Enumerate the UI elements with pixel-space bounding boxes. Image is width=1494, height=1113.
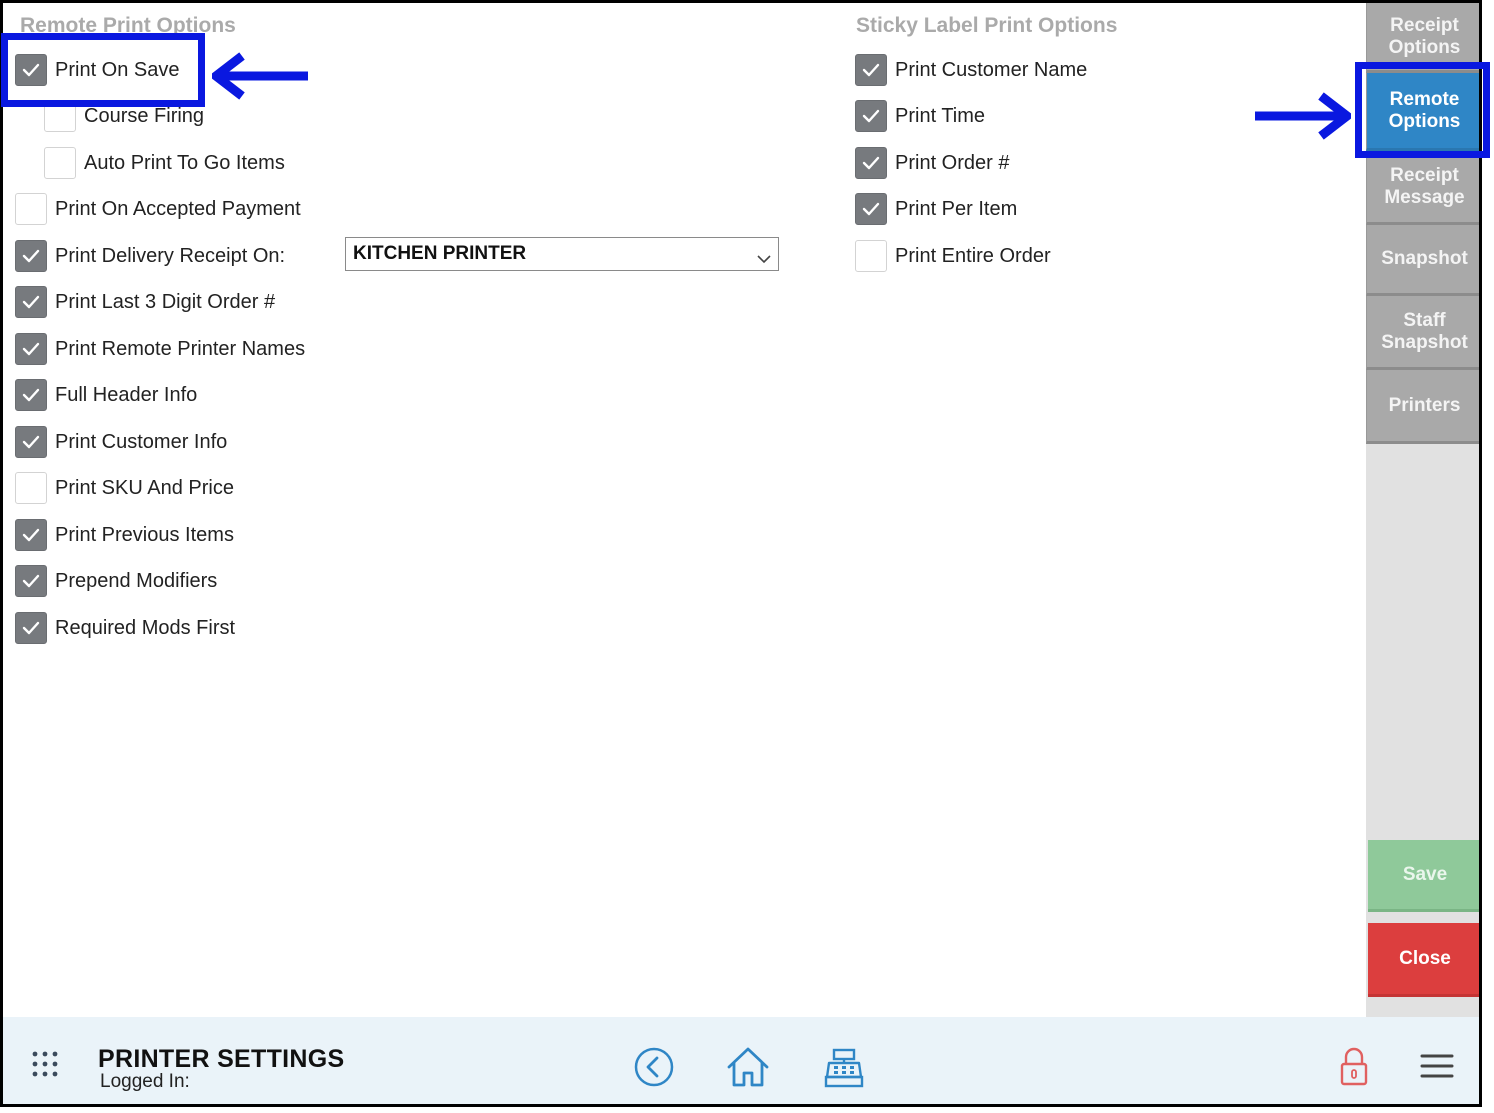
option-label: Print Last 3 Digit Order # — [55, 290, 276, 313]
nav-staff-snapshot[interactable]: Staff Snapshot — [1366, 296, 1479, 370]
option-label: Print Remote Printer Names — [55, 337, 306, 360]
option-label: Print Customer Name — [895, 58, 1088, 81]
checkmark-icon — [862, 156, 880, 170]
option-auto-print-to-go-items[interactable]: Auto Print To Go Items — [44, 146, 285, 180]
option-print-entire-order[interactable]: Print Entire Order — [855, 239, 1051, 273]
option-print-customer-name[interactable]: Print Customer Name — [855, 53, 1087, 87]
print-on-save-highlight-box — [1, 33, 205, 107]
option-label: Print Previous Items — [55, 523, 234, 546]
checkbox-checked[interactable] — [15, 286, 47, 318]
option-label: Auto Print To Go Items — [84, 151, 285, 174]
checkbox-checked[interactable] — [15, 379, 47, 411]
option-label: Print Delivery Receipt On: — [55, 244, 286, 267]
cash-register-icon[interactable] — [823, 1047, 865, 1094]
home-icon[interactable] — [725, 1045, 771, 1094]
hamburger-menu-icon[interactable] — [1420, 1053, 1454, 1084]
checkbox-checked[interactable] — [15, 565, 47, 597]
checkbox-checked[interactable] — [15, 426, 47, 458]
checkmark-icon — [22, 388, 40, 402]
footer-bar: PRINTER SETTINGS Logged In: — [3, 1017, 1479, 1104]
option-label: Print Customer Info — [55, 430, 228, 453]
remote-options-highlight-box — [1355, 62, 1490, 158]
option-label: Full Header Info — [55, 383, 198, 406]
printer-settings-window: Remote Print Options Print On Save Course… — [0, 0, 1482, 1107]
checkbox-checked[interactable] — [15, 612, 47, 644]
option-label: Print Entire Order — [895, 244, 1051, 267]
option-print-on-accepted-payment[interactable]: Print On Accepted Payment — [15, 192, 301, 226]
checkmark-icon — [862, 202, 880, 216]
checkmark-icon — [22, 621, 40, 635]
chevron-down-icon — [757, 248, 771, 270]
option-label: Print Time — [895, 104, 986, 127]
nav-printers[interactable]: Printers — [1366, 370, 1479, 444]
option-required-mods-first[interactable]: Required Mods First — [15, 611, 235, 645]
logged-in-label: Logged In: — [100, 1071, 190, 1092]
checkbox-unchecked[interactable] — [855, 240, 887, 272]
option-print-customer-info[interactable]: Print Customer Info — [15, 425, 227, 459]
checkbox-unchecked[interactable] — [15, 472, 47, 504]
delivery-printer-select[interactable]: KITCHEN PRINTER — [345, 237, 779, 271]
option-print-order[interactable]: Print Order # — [855, 146, 1009, 180]
option-label: Course Firing — [84, 104, 205, 127]
checkmark-icon — [22, 574, 40, 588]
option-label: Prepend Modifiers — [55, 569, 218, 592]
checkbox-unchecked[interactable] — [44, 147, 76, 179]
checkmark-icon — [22, 342, 40, 356]
option-full-header-info[interactable]: Full Header Info — [15, 378, 197, 412]
checkbox-checked[interactable] — [15, 333, 47, 365]
checkmark-icon — [862, 109, 880, 123]
apps-grid-icon[interactable] — [31, 1050, 59, 1083]
checkbox-checked[interactable] — [15, 519, 47, 551]
arrow-left-icon — [208, 50, 310, 107]
checkbox-checked[interactable] — [855, 100, 887, 132]
close-button[interactable]: Close — [1368, 923, 1479, 997]
page-title: PRINTER SETTINGS — [98, 1045, 345, 1073]
option-print-previous-items[interactable]: Print Previous Items — [15, 518, 234, 552]
option-label: Print Order # — [895, 151, 1010, 174]
arrow-right-icon — [1253, 90, 1355, 147]
checkbox-checked[interactable] — [855, 193, 887, 225]
sticky-label-print-options-title: Sticky Label Print Options — [856, 14, 1118, 37]
option-label: Print On Accepted Payment — [55, 197, 301, 220]
back-circle-icon[interactable] — [633, 1046, 675, 1093]
nav-receipt-message[interactable]: Receipt Message — [1366, 151, 1479, 225]
option-label: Print SKU And Price — [55, 476, 234, 499]
checkmark-icon — [22, 249, 40, 263]
checkmark-icon — [22, 528, 40, 542]
checkmark-icon — [22, 435, 40, 449]
option-label: Print Per Item — [895, 197, 1018, 220]
checkbox-checked[interactable] — [855, 54, 887, 86]
option-print-time[interactable]: Print Time — [855, 99, 985, 133]
nav-snapshot[interactable]: Snapshot — [1366, 225, 1479, 296]
option-print-per-item[interactable]: Print Per Item — [855, 192, 1017, 226]
checkbox-unchecked[interactable] — [15, 193, 47, 225]
option-label: Required Mods First — [55, 616, 236, 639]
lock-icon[interactable] — [1339, 1047, 1369, 1092]
option-print-sku-and-price[interactable]: Print SKU And Price — [15, 471, 234, 505]
checkmark-icon — [862, 63, 880, 77]
checkbox-checked[interactable] — [15, 240, 47, 272]
checkbox-checked[interactable] — [855, 147, 887, 179]
checkmark-icon — [22, 295, 40, 309]
option-print-remote-printer-names[interactable]: Print Remote Printer Names — [15, 332, 305, 366]
option-print-last-3-digit-order[interactable]: Print Last 3 Digit Order # — [15, 285, 275, 319]
save-button[interactable]: Save — [1368, 840, 1479, 912]
option-print-delivery-receipt-on[interactable]: Print Delivery Receipt On: — [15, 239, 285, 273]
option-prepend-modifiers[interactable]: Prepend Modifiers — [15, 564, 217, 598]
delivery-printer-value: KITCHEN PRINTER — [353, 243, 527, 264]
